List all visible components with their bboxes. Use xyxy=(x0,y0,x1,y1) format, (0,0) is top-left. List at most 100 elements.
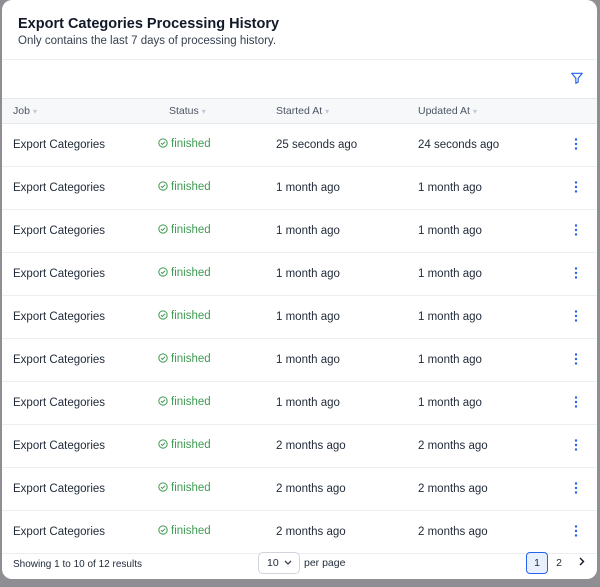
cell-updated-at: 2 months ago xyxy=(418,526,488,538)
cell-job: Export Categories xyxy=(13,440,106,452)
table-footer: Showing 1 to 10 of 12 results 10 per pag… xyxy=(2,549,597,579)
cell-started-at: 1 month ago xyxy=(276,397,340,409)
status-label: finished xyxy=(171,138,211,150)
modal-subtitle: Only contains the last 7 days of process… xyxy=(18,35,277,47)
cell-status: finished xyxy=(158,253,265,296)
cell-actions xyxy=(554,425,597,468)
modal-header: Export Categories Processing History Onl… xyxy=(2,0,597,60)
cell-job: Export Categories xyxy=(13,225,106,237)
cell-actions xyxy=(554,468,597,511)
cell-started-at: 1 month ago xyxy=(276,311,340,323)
more-vertical-icon[interactable] xyxy=(572,524,580,538)
more-vertical-icon[interactable] xyxy=(572,395,580,409)
column-header-started-at[interactable]: Started At ▾ xyxy=(265,99,407,124)
cell-status: finished xyxy=(158,425,265,468)
table-row[interactable]: Export Categories finished 2 months ago 2 m… xyxy=(2,425,597,468)
more-vertical-icon[interactable] xyxy=(572,438,580,452)
per-page-label: per page xyxy=(304,557,346,569)
table-toolbar xyxy=(2,60,597,98)
status-label: finished xyxy=(171,224,211,236)
table-header-row: Job ▾ Status ▾ Started At ▾ Updated At ▾ xyxy=(2,98,597,124)
cell-status: finished xyxy=(158,511,265,554)
status-label: finished xyxy=(171,267,211,279)
check-circle-icon xyxy=(158,180,171,194)
cell-started-at: 2 months ago xyxy=(276,483,346,495)
cell-updated-at: 1 month ago xyxy=(418,397,482,409)
cell-status: finished xyxy=(158,382,265,425)
cell-updated-at: 2 months ago xyxy=(418,440,488,452)
cell-status: finished xyxy=(158,296,265,339)
more-vertical-icon[interactable] xyxy=(572,266,580,280)
cell-job: Export Categories xyxy=(13,311,106,323)
cell-started-at: 1 month ago xyxy=(276,182,340,194)
column-header-job[interactable]: Job ▾ xyxy=(2,99,158,124)
cell-actions xyxy=(554,382,597,425)
chevron-down-icon xyxy=(284,559,292,568)
table-row[interactable]: Export Categories finished 2 months ago 2 m… xyxy=(2,468,597,511)
cell-started-at: 25 seconds ago xyxy=(276,139,358,151)
check-circle-icon xyxy=(158,309,171,323)
cell-started-at: 1 month ago xyxy=(276,354,340,366)
cell-actions xyxy=(554,167,597,210)
more-vertical-icon[interactable] xyxy=(572,352,580,366)
table-row[interactable]: Export Categories finished 1 month ago 1 mo… xyxy=(2,382,597,425)
page-button-2[interactable]: 2 xyxy=(548,552,570,574)
history-table: Job ▾ Status ▾ Started At ▾ Updated At ▾ Exp… xyxy=(2,98,597,554)
check-circle-icon xyxy=(158,352,171,366)
status-label: finished xyxy=(171,396,211,408)
chevron-right-icon xyxy=(578,557,585,569)
more-vertical-icon[interactable] xyxy=(572,309,580,323)
cell-actions xyxy=(554,124,597,167)
check-circle-icon xyxy=(158,266,171,280)
results-summary: Showing 1 to 10 of 12 results xyxy=(13,559,142,570)
table-row[interactable]: Export Categories finished 25 seconds ago 2… xyxy=(2,124,597,167)
modal-title: Export Categories Processing History xyxy=(18,16,280,32)
cell-actions xyxy=(554,511,597,554)
status-label: finished xyxy=(171,353,211,365)
more-vertical-icon[interactable] xyxy=(572,481,580,495)
cell-job: Export Categories xyxy=(13,139,106,151)
more-vertical-icon[interactable] xyxy=(572,137,580,151)
processing-history-modal: Export Categories Processing History Onl… xyxy=(2,0,597,579)
cell-updated-at: 1 month ago xyxy=(418,354,482,366)
cell-actions xyxy=(554,296,597,339)
cell-actions xyxy=(554,210,597,253)
cell-updated-at: 1 month ago xyxy=(418,268,482,280)
column-header-status[interactable]: Status ▾ xyxy=(158,99,265,124)
cell-updated-at: 24 seconds ago xyxy=(418,139,500,151)
more-vertical-icon[interactable] xyxy=(572,223,580,237)
table-row[interactable]: Export Categories finished 1 month ago 1 mo… xyxy=(2,253,597,296)
cell-status: finished xyxy=(158,210,265,253)
check-circle-icon xyxy=(158,438,171,452)
table-row[interactable]: Export Categories finished 1 month ago 1 mo… xyxy=(2,296,597,339)
sort-icon: ▾ xyxy=(201,107,206,116)
status-label: finished xyxy=(171,310,211,322)
cell-status: finished xyxy=(158,167,265,210)
page-button-1[interactable]: 1 xyxy=(526,552,548,574)
cell-updated-at: 2 months ago xyxy=(418,483,488,495)
next-page-button[interactable] xyxy=(570,552,592,574)
filter-icon[interactable] xyxy=(570,71,586,87)
cell-started-at: 2 months ago xyxy=(276,526,346,538)
cell-updated-at: 1 month ago xyxy=(418,311,482,323)
table-row[interactable]: Export Categories finished 2 months ago 2 m… xyxy=(2,511,597,554)
cell-started-at: 2 months ago xyxy=(276,440,346,452)
cell-job: Export Categories xyxy=(13,354,106,366)
pagination: 1 2 xyxy=(526,552,592,574)
cell-job: Export Categories xyxy=(13,397,106,409)
check-circle-icon xyxy=(158,481,171,495)
more-vertical-icon[interactable] xyxy=(572,180,580,194)
column-header-updated-at[interactable]: Updated At ▾ xyxy=(407,99,554,124)
table-row[interactable]: Export Categories finished 1 month ago 1 mo… xyxy=(2,339,597,382)
cell-started-at: 1 month ago xyxy=(276,225,340,237)
table-row[interactable]: Export Categories finished 1 month ago 1 mo… xyxy=(2,210,597,253)
per-page-select[interactable]: 10 xyxy=(258,552,300,574)
cell-updated-at: 1 month ago xyxy=(418,182,482,194)
sort-icon: ▾ xyxy=(32,107,37,116)
check-circle-icon xyxy=(158,395,171,409)
status-label: finished xyxy=(171,482,211,494)
check-circle-icon xyxy=(158,524,171,538)
status-label: finished xyxy=(171,525,211,537)
check-circle-icon xyxy=(158,223,171,237)
table-row[interactable]: Export Categories finished 1 month ago 1 mo… xyxy=(2,167,597,210)
